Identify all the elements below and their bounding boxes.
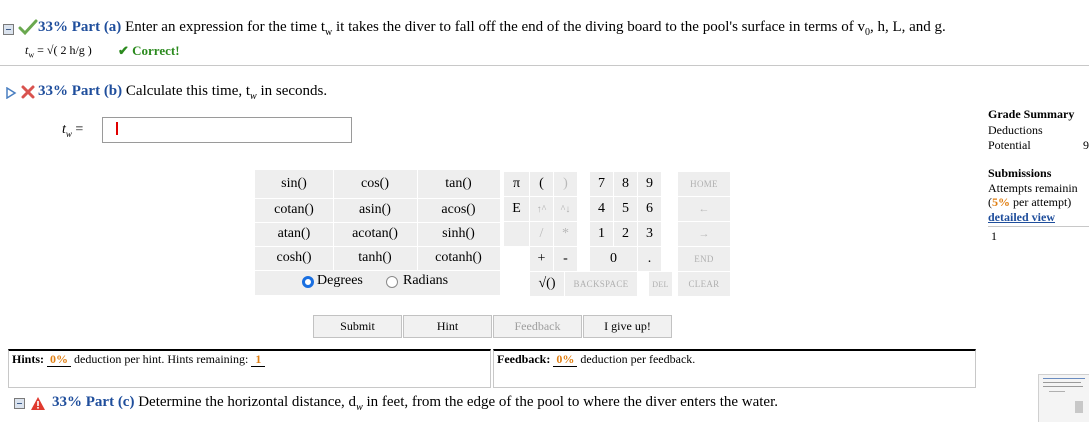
collapse-part-c-icon[interactable] [14,398,25,409]
warning-icon [30,396,46,416]
part-a-header: 33% Part (a) Enter an expression for the… [38,19,946,38]
part-c-label: Part (c) [85,394,135,410]
part-a-question: Enter an expression for the time tw it t… [125,19,946,38]
tanh-button[interactable]: tanh() [333,246,417,270]
give-up-button[interactable]: I give up! [583,315,672,338]
part-b-percent: 33% [38,83,68,99]
part-a-answer: tw = √( 2 h/g ) [25,43,92,60]
right-paren-key[interactable]: ) [554,172,577,196]
acos-button[interactable]: acos() [417,198,500,222]
divider [0,65,1089,66]
part-c-question: Determine the horizontal distance, dw in… [138,394,778,413]
backspace-key[interactable]: BACKSPACE [565,272,637,296]
deductions-label: Deductions [988,123,1043,137]
atan-button[interactable]: atan() [255,222,333,246]
part-b-header: 33% Part (b) Calculate this time, tw in … [38,83,327,102]
function-pad: sin() cos() tan() cotan() asin() acos() … [255,170,500,295]
left-arrow-key[interactable]: ← [678,197,730,221]
potential-value: 9 [1083,138,1089,152]
decimal-key[interactable]: . [638,247,661,271]
key-5[interactable]: 5 [614,197,637,221]
degrees-radio[interactable] [302,276,314,288]
left-paren-key[interactable]: ( [530,172,553,196]
incorrect-x-icon [20,84,36,105]
e-key[interactable]: E [504,197,529,221]
feedback-line: Feedback: 0% deduction per feedback. [497,352,696,367]
per-attempt-label: (5% per attempt) [988,195,1072,209]
cos-button[interactable]: cos() [333,170,417,198]
acotan-button[interactable]: acotan() [333,222,417,246]
power-up-key[interactable]: ↑^ [530,197,553,221]
pi-key[interactable]: π [504,172,529,196]
key-7[interactable]: 7 [590,172,613,196]
key-3[interactable]: 3 [638,222,661,246]
sin-button[interactable]: sin() [255,170,333,198]
blank-key [504,222,529,246]
correct-check-icon [18,18,38,36]
key-8[interactable]: 8 [614,172,637,196]
text-caret [116,122,118,135]
hints-box: Hints: 0% deduction per hint. Hints rema… [8,349,491,388]
clear-key[interactable]: CLEAR [678,272,730,296]
expand-arrow-icon[interactable] [5,86,17,104]
tan-button[interactable]: tan() [417,170,500,198]
feedback-box: Feedback: 0% deduction per feedback. [493,349,976,388]
asin-button[interactable]: asin() [333,198,417,222]
part-b-label: Part (b) [71,83,123,99]
grade-summary-title: Grade Summary [988,107,1075,121]
page-thumbnail[interactable] [1038,374,1089,422]
power-down-key[interactable]: ^↓ [554,197,577,221]
hints-line: Hints: 0% deduction per hint. Hints rema… [12,352,266,367]
feedback-button[interactable]: Feedback [493,315,582,338]
submissions-title: Submissions [988,166,1052,180]
answer-input[interactable] [102,117,352,143]
submit-button[interactable]: Submit [313,315,402,338]
cosh-button[interactable]: cosh() [255,246,333,270]
end-key[interactable]: END [678,247,730,271]
key-4[interactable]: 4 [590,197,613,221]
delete-key[interactable]: DEL [649,272,672,296]
key-1[interactable]: 1 [590,222,613,246]
part-c-header: 33% Part (c) Determine the horizontal di… [52,394,778,413]
plus-key[interactable]: + [530,247,553,271]
degrees-label: Degrees [317,273,363,288]
multiply-key[interactable]: * [554,222,577,246]
submission-row-number: 1 [991,229,997,243]
keypad: π ( ) 7 8 9 HOME E ↑^ ^↓ 4 5 6 ← / * 1 2… [504,172,730,296]
collapse-part-a-icon[interactable] [3,24,14,35]
hint-button[interactable]: Hint [403,315,492,338]
key-0[interactable]: 0 [590,247,637,271]
radians-label: Radians [403,273,449,288]
divide-key[interactable]: / [530,222,553,246]
submissions-table: 1 [988,226,1089,247]
sqrt-key[interactable]: √() [530,272,564,296]
key-9[interactable]: 9 [638,172,661,196]
detailed-view-link[interactable]: detailed view [988,210,1055,225]
minus-key[interactable]: - [554,247,577,271]
radians-radio[interactable] [386,276,398,288]
right-arrow-key[interactable]: → [678,222,730,246]
cotanh-button[interactable]: cotanh() [417,246,500,270]
cotan-button[interactable]: cotan() [255,198,333,222]
part-b-question: Calculate this time, tw in seconds. [125,83,328,102]
part-c-percent: 33% [52,394,82,410]
part-a-label: Part (a) [71,19,122,35]
potential-label: Potential [988,138,1031,152]
key-2[interactable]: 2 [614,222,637,246]
grade-summary-panel: Grade Summary Deductions Potential 9 Sub… [985,104,1089,254]
answer-label: tw = [62,122,84,139]
key-6[interactable]: 6 [638,197,661,221]
part-a-status: ✔ Correct! [118,43,180,58]
sinh-button[interactable]: sinh() [417,222,500,246]
home-key[interactable]: HOME [678,172,730,196]
part-a-percent: 33% [38,19,68,35]
attempts-label: Attempts remainin [988,181,1078,195]
